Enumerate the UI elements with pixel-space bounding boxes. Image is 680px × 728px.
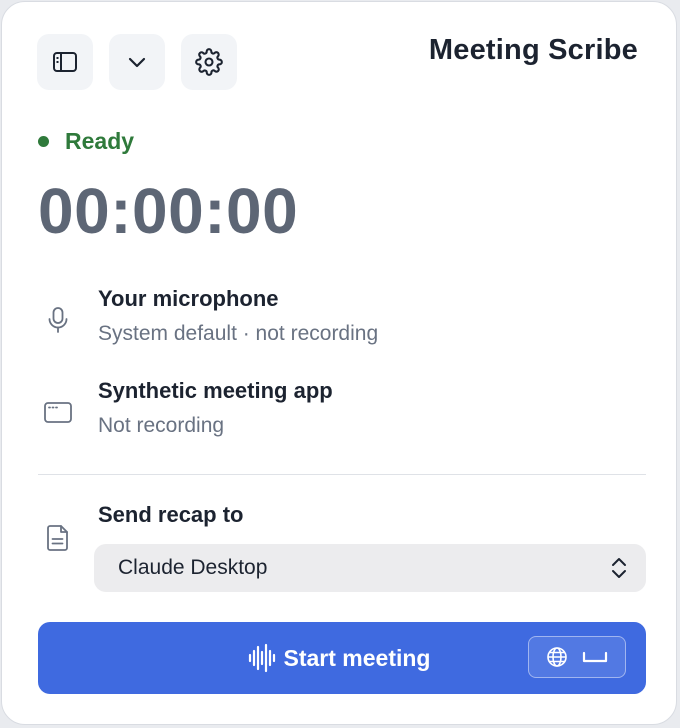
- chevron-up-down-icon: [612, 558, 626, 578]
- document-icon: [47, 525, 68, 551]
- divider: [38, 474, 646, 475]
- space-key-icon: [582, 651, 607, 663]
- waveform-icon: [248, 643, 275, 673]
- source-subtitle: System default · not recording: [98, 322, 379, 345]
- recap-destination-select[interactable]: Claude Desktop: [94, 544, 646, 592]
- source-title: Synthetic meeting app: [98, 378, 333, 403]
- sidebar-toggle-button[interactable]: [37, 34, 93, 90]
- source-row-meeting-app: Synthetic meeting app Not recording: [42, 378, 642, 448]
- settings-button[interactable]: [181, 34, 237, 90]
- start-meeting-label: Start meeting: [283, 644, 431, 671]
- recap-label: Send recap to: [98, 502, 244, 527]
- meeting-timer: 00:00:00: [38, 175, 299, 247]
- collapse-button[interactable]: [109, 34, 165, 90]
- sidebar-icon: [53, 52, 77, 72]
- globe-icon: [546, 647, 567, 667]
- chevron-down-icon: [128, 57, 146, 68]
- status-indicator: Ready: [38, 128, 134, 155]
- source-subtitle: Not recording: [98, 414, 225, 437]
- status-dot: [38, 136, 49, 147]
- source-row-microphone: Your microphone System default · not rec…: [42, 286, 642, 356]
- window-icon: [44, 402, 72, 423]
- keyboard-shortcut-badge: [528, 636, 626, 678]
- source-title: Your microphone: [98, 286, 279, 311]
- status-text: Ready: [65, 128, 135, 154]
- start-meeting-button[interactable]: Start meeting: [38, 622, 646, 694]
- app-title: Meeting Scribe: [428, 34, 638, 66]
- recap-selected-value: Claude Desktop: [118, 556, 268, 579]
- meeting-scribe-panel: Meeting Scribe Ready 00:00:00 Your micro…: [1, 1, 677, 725]
- microphone-icon: [48, 307, 68, 333]
- gear-icon: [195, 48, 223, 76]
